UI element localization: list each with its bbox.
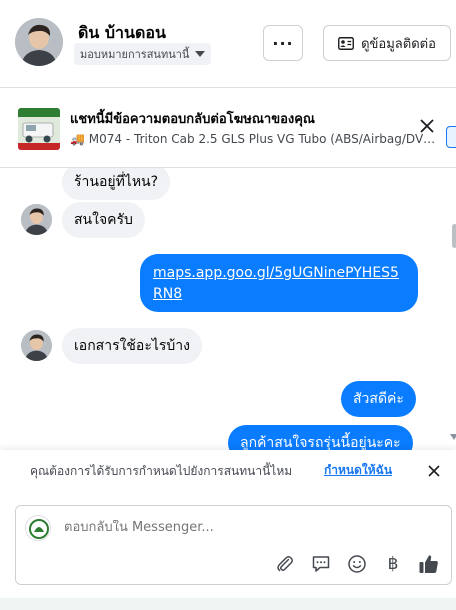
payment-button[interactable]: ฿ (381, 552, 405, 576)
view-contact-info-button[interactable]: ดูข้อมูลติดต่อ (323, 25, 451, 61)
ad-reply-title: แชทนี้มีข้อความตอบกลับต่อโฆษณาของคุณ (70, 112, 315, 127)
contact-card-icon (338, 36, 355, 50)
outgoing-message: ลูกค้าสนใจรถรุ่นนี้อยู่นะคะ (228, 425, 413, 450)
ad-side-button[interactable] (446, 126, 456, 148)
ad-reply-banner: แชทนี้มีข้อความตอบกลับต่อโฆษณาของคุณ 🚚 M… (0, 88, 456, 168)
page-avatar (25, 515, 51, 541)
assign-prompt-text: คุณต้องการได้รับการกำหนดไปยังการสนทนานี้… (30, 464, 293, 478)
chat-scrollbar-thumb[interactable] (452, 224, 456, 248)
attachment-icon (277, 556, 293, 572)
assign-dropdown-label: มอบหมายการสนทนานี้ (80, 48, 190, 61)
reply-input[interactable] (64, 520, 434, 535)
conversation-header: ดิน บ้านดอน มอบหมายการสนทนานี้ ··· ดูข้อ… (0, 0, 456, 88)
saved-replies-button[interactable] (309, 552, 333, 576)
emoji-button[interactable] (345, 552, 369, 576)
assign-to-me-link[interactable]: กำหนดให้ฉัน (324, 461, 392, 480)
contact-avatar[interactable] (15, 18, 63, 66)
assign-conversation-dropdown[interactable]: มอบหมายการสนทนานี้ (74, 43, 212, 65)
more-options-button[interactable]: ··· (263, 25, 303, 61)
contact-avatar-small (21, 204, 52, 235)
like-icon (419, 555, 438, 573)
outgoing-message: สัวสดีค่ะ (341, 381, 416, 417)
truck-emoji: 🚚 (70, 132, 85, 146)
incoming-message: สนใจครับ (62, 202, 145, 238)
saved-reply-icon (312, 556, 330, 572)
like-button[interactable] (417, 552, 441, 576)
bottom-strip (0, 598, 456, 610)
incoming-message: ร้านอยู่ที่ไหน? (62, 168, 171, 200)
scroll-down-arrow-icon[interactable] (450, 434, 456, 440)
ad-listing-text: M074 - Triton Cab 2.5 GLS Plus VG Tubo (… (88, 132, 436, 146)
contact-info-label: ดูข้อมูลติดต่อ (361, 36, 436, 52)
ad-thumbnail[interactable] (18, 108, 60, 150)
caret-down-icon (195, 51, 206, 57)
attachment-button[interactable] (273, 552, 297, 576)
contact-avatar-small (21, 330, 52, 361)
incoming-message: เอกสารใช้อะไรบ้าง (62, 328, 203, 364)
assign-prompt-bar: คุณต้องการได้รับการกำหนดไปยังการสนทนานี้… (0, 450, 456, 492)
composer-area: ฿ (0, 492, 456, 598)
ad-listing-line: 🚚 M074 - Triton Cab 2.5 GLS Plus VG Tubo… (70, 132, 436, 146)
outgoing-message: maps.app.goo.gl/5gUGNinePYHES5RN8 (140, 254, 418, 312)
emoji-icon (348, 555, 366, 573)
map-link[interactable]: maps.app.goo.gl/5gUGNinePYHES5RN8 (153, 265, 399, 302)
payment-icon: ฿ (387, 554, 399, 574)
close-icon[interactable] (426, 463, 442, 479)
message-thread[interactable]: ร้านอยู่ที่ไหน? สนใจครับ maps.app.goo.gl… (0, 168, 456, 450)
message-composer[interactable]: ฿ (15, 505, 452, 585)
close-icon[interactable] (418, 117, 436, 135)
